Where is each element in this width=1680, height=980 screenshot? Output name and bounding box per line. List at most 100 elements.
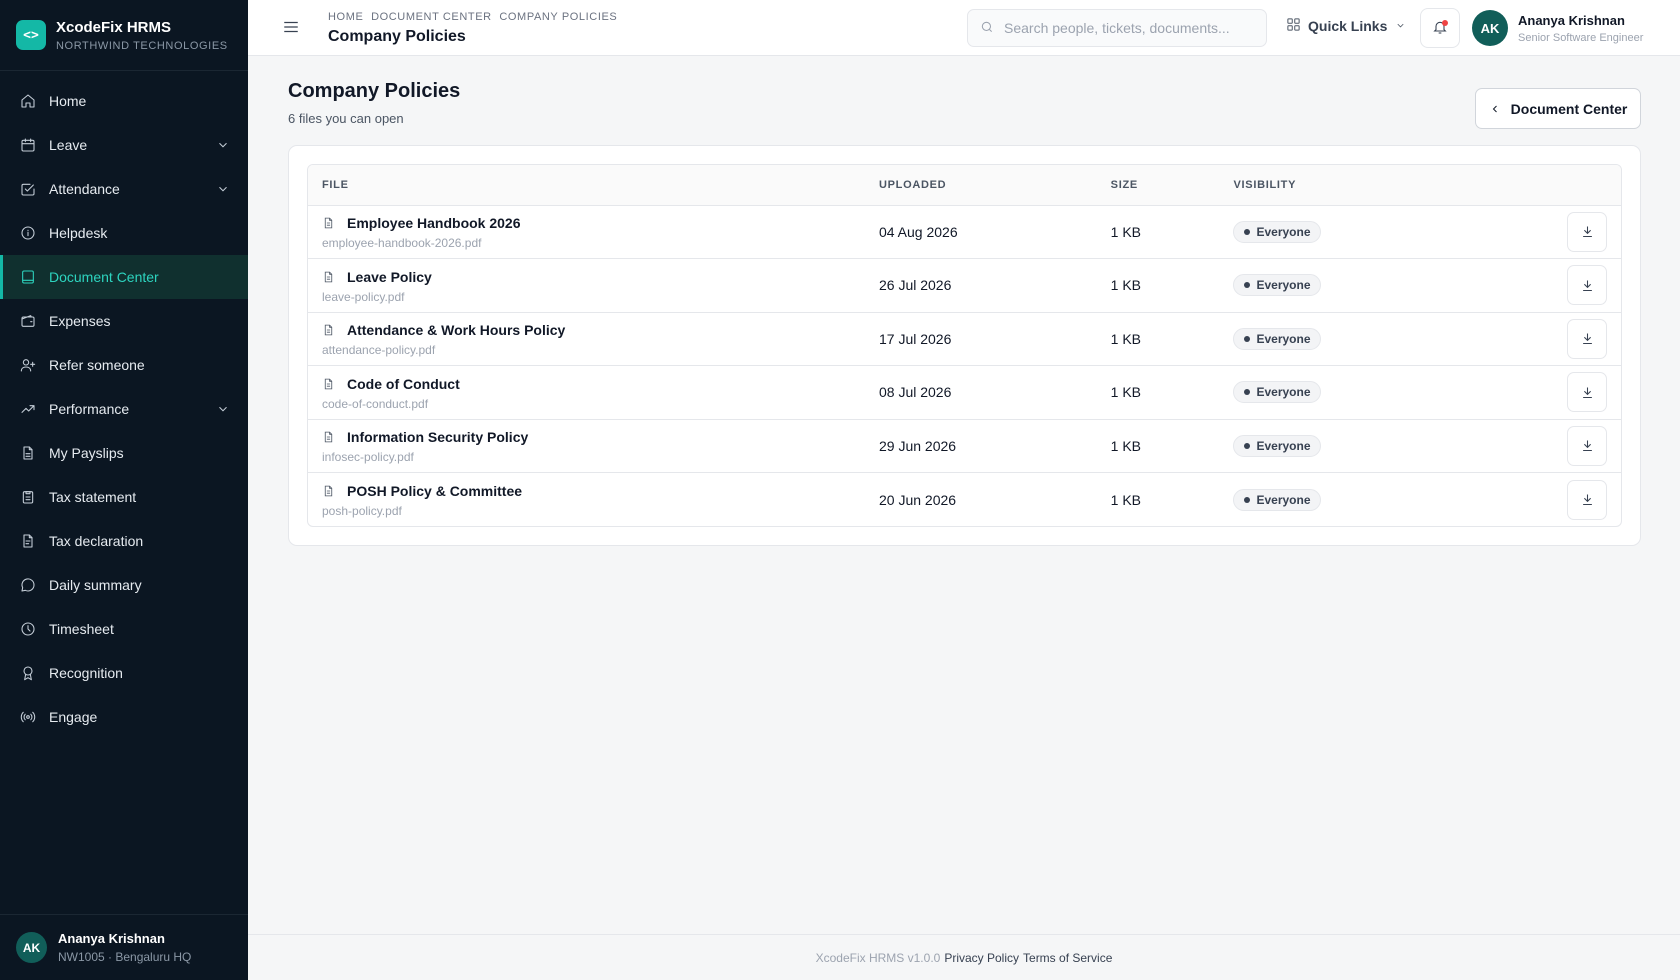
sidebar-user-meta: NW1005 · Bengaluru HQ bbox=[58, 950, 192, 964]
files-card: FILE UPLOADED SIZE VISIBILITY Employee H… bbox=[288, 145, 1641, 546]
file-title[interactable]: Code of Conduct bbox=[347, 376, 460, 392]
chevron-down-icon[interactable] bbox=[216, 402, 230, 416]
download-button[interactable] bbox=[1567, 425, 1607, 466]
sidebar-item-document-center[interactable]: Document Center bbox=[0, 255, 248, 299]
notification-dot bbox=[1442, 20, 1448, 26]
chevron-down-icon[interactable] bbox=[216, 138, 230, 152]
sidebar-item-leave[interactable]: Leave bbox=[0, 123, 248, 167]
files-table: FILE UPLOADED SIZE VISIBILITY Employee H… bbox=[307, 164, 1622, 527]
file-name: leave-policy.pdf bbox=[322, 289, 405, 304]
file-title[interactable]: Employee Handbook 2026 bbox=[347, 215, 521, 231]
uploaded-date: 04 Aug 2026 bbox=[864, 205, 1097, 259]
visibility-label: Everyone bbox=[1256, 331, 1311, 346]
sidebar-item-recognition[interactable]: Recognition bbox=[0, 651, 248, 695]
visibility-badge: Everyone bbox=[1233, 327, 1321, 350]
file-name: code-of-conduct.pdf bbox=[322, 396, 429, 411]
search-icon bbox=[980, 20, 994, 37]
user-menu[interactable]: AK Ananya Krishnan Senior Software Engin… bbox=[1472, 10, 1643, 46]
sidebar-item-performance[interactable]: Performance bbox=[0, 387, 248, 431]
column-header-size: SIZE bbox=[1096, 165, 1220, 206]
sidebar-item-label: Leave bbox=[49, 137, 88, 153]
dot-icon bbox=[1244, 228, 1251, 235]
sidebar-item-label: Helpdesk bbox=[49, 225, 108, 241]
wallet-icon bbox=[20, 313, 36, 329]
column-header-file: FILE bbox=[308, 165, 865, 206]
search-box[interactable] bbox=[967, 9, 1267, 47]
document-icon bbox=[324, 485, 333, 497]
download-button[interactable] bbox=[1567, 372, 1607, 413]
download-button[interactable] bbox=[1567, 479, 1607, 520]
file-size: 1 KB bbox=[1096, 419, 1220, 473]
breadcrumb-home[interactable]: HOME bbox=[328, 11, 363, 23]
sidebar-item-label: Document Center bbox=[49, 269, 159, 285]
visibility-badge: Everyone bbox=[1233, 488, 1321, 511]
sidebar-item-tax-statement[interactable]: Tax statement bbox=[0, 475, 248, 519]
download-button[interactable] bbox=[1567, 318, 1607, 359]
search-input[interactable] bbox=[1004, 20, 1254, 36]
terms-of-service-link[interactable]: Terms of Service bbox=[1023, 951, 1112, 965]
back-to-document-center-button[interactable]: Document Center bbox=[1475, 88, 1641, 129]
sidebar-item-label: Tax declaration bbox=[49, 533, 144, 549]
file-size: 1 KB bbox=[1096, 312, 1220, 366]
dot-icon bbox=[1244, 496, 1251, 503]
topbar: HOME DOCUMENT CENTER COMPANY POLICIES Co… bbox=[248, 0, 1680, 56]
sidebar-item-engage[interactable]: Engage bbox=[0, 695, 248, 739]
sidebar-item-helpdesk[interactable]: Helpdesk bbox=[0, 211, 248, 255]
dot-icon bbox=[1244, 389, 1251, 396]
file-name: posh-policy.pdf bbox=[322, 504, 402, 518]
sidebar-item-tax-declaration[interactable]: Tax declaration bbox=[0, 519, 248, 563]
sidebar-item-label: Recognition bbox=[49, 665, 123, 681]
table-row: POSH Policy & Committee posh-policy.pdf … bbox=[308, 473, 1621, 527]
file-name: attendance-policy.pdf bbox=[322, 343, 436, 358]
breadcrumb-document-center[interactable]: DOCUMENT CENTER bbox=[371, 11, 492, 23]
visibility-label: Everyone bbox=[1256, 385, 1311, 400]
visibility-badge: Everyone bbox=[1233, 381, 1321, 404]
file-title[interactable]: POSH Policy & Committee bbox=[347, 483, 522, 499]
topbar-title: Company Policies bbox=[328, 28, 466, 45]
quick-links-button[interactable]: Quick Links bbox=[1286, 17, 1406, 35]
brand[interactable]: <> XcodeFix HRMS NORTHWIND TECHNOLOGIES bbox=[0, 0, 248, 71]
document-icon bbox=[324, 431, 333, 443]
file-title[interactable]: Information Security Policy bbox=[347, 429, 528, 445]
visibility-label: Everyone bbox=[1256, 278, 1311, 293]
chevron-down-icon[interactable] bbox=[216, 182, 230, 196]
sidebar-item-my-payslips[interactable]: My Payslips bbox=[0, 431, 248, 475]
sidebar-item-refer-someone[interactable]: Refer someone bbox=[0, 343, 248, 387]
footer-version: XcodeFix HRMS v1.0.0 bbox=[815, 950, 941, 965]
main-content: Company Policies 6 files you can open Do… bbox=[248, 56, 1680, 934]
sidebar: <> XcodeFix HRMS NORTHWIND TECHNOLOGIES … bbox=[0, 0, 248, 980]
download-button[interactable] bbox=[1567, 265, 1607, 306]
privacy-policy-link[interactable]: Privacy Policy bbox=[944, 951, 1019, 965]
breadcrumb-company-policies: COMPANY POLICIES bbox=[499, 11, 618, 23]
home-icon bbox=[20, 93, 36, 109]
clock-icon bbox=[20, 621, 36, 637]
visibility-label: Everyone bbox=[1256, 438, 1311, 453]
sidebar-user-card[interactable]: AK Ananya Krishnan NW1005 · Bengaluru HQ bbox=[0, 914, 248, 980]
sidebar-item-home[interactable]: Home bbox=[0, 79, 248, 123]
download-icon bbox=[1582, 440, 1592, 452]
sidebar-item-attendance[interactable]: Attendance bbox=[0, 167, 248, 211]
file-title[interactable]: Leave Policy bbox=[347, 269, 432, 285]
sidebar-item-daily-summary[interactable]: Daily summary bbox=[0, 563, 248, 607]
chevron-down-icon bbox=[1395, 18, 1406, 34]
visibility-label: Everyone bbox=[1256, 492, 1311, 507]
download-button[interactable] bbox=[1567, 211, 1607, 252]
sidebar-nav: Home Leave Attendance Helpdesk Document … bbox=[0, 71, 248, 914]
trending-up-icon bbox=[20, 401, 36, 417]
sidebar-item-label: Tax statement bbox=[49, 489, 137, 505]
sidebar-item-label: Engage bbox=[49, 709, 98, 725]
file-size: 1 KB bbox=[1096, 258, 1220, 313]
visibility-badge: Everyone bbox=[1233, 220, 1321, 243]
download-icon bbox=[1582, 387, 1592, 398]
sidebar-item-timesheet[interactable]: Timesheet bbox=[0, 607, 248, 651]
sidebar-item-expenses[interactable]: Expenses bbox=[0, 299, 248, 343]
sidebar-item-label: Performance bbox=[49, 401, 130, 417]
document-icon bbox=[324, 324, 333, 336]
table-row: Employee Handbook 2026 employee-handbook… bbox=[308, 205, 1621, 259]
table-row: Information Security Policy infosec-poli… bbox=[308, 419, 1621, 473]
file-title[interactable]: Attendance & Work Hours Policy bbox=[347, 322, 565, 338]
notifications-button[interactable] bbox=[1420, 8, 1460, 48]
document-icon bbox=[324, 378, 333, 390]
hamburger-menu-icon[interactable] bbox=[282, 18, 300, 36]
grid-icon bbox=[1286, 17, 1301, 35]
